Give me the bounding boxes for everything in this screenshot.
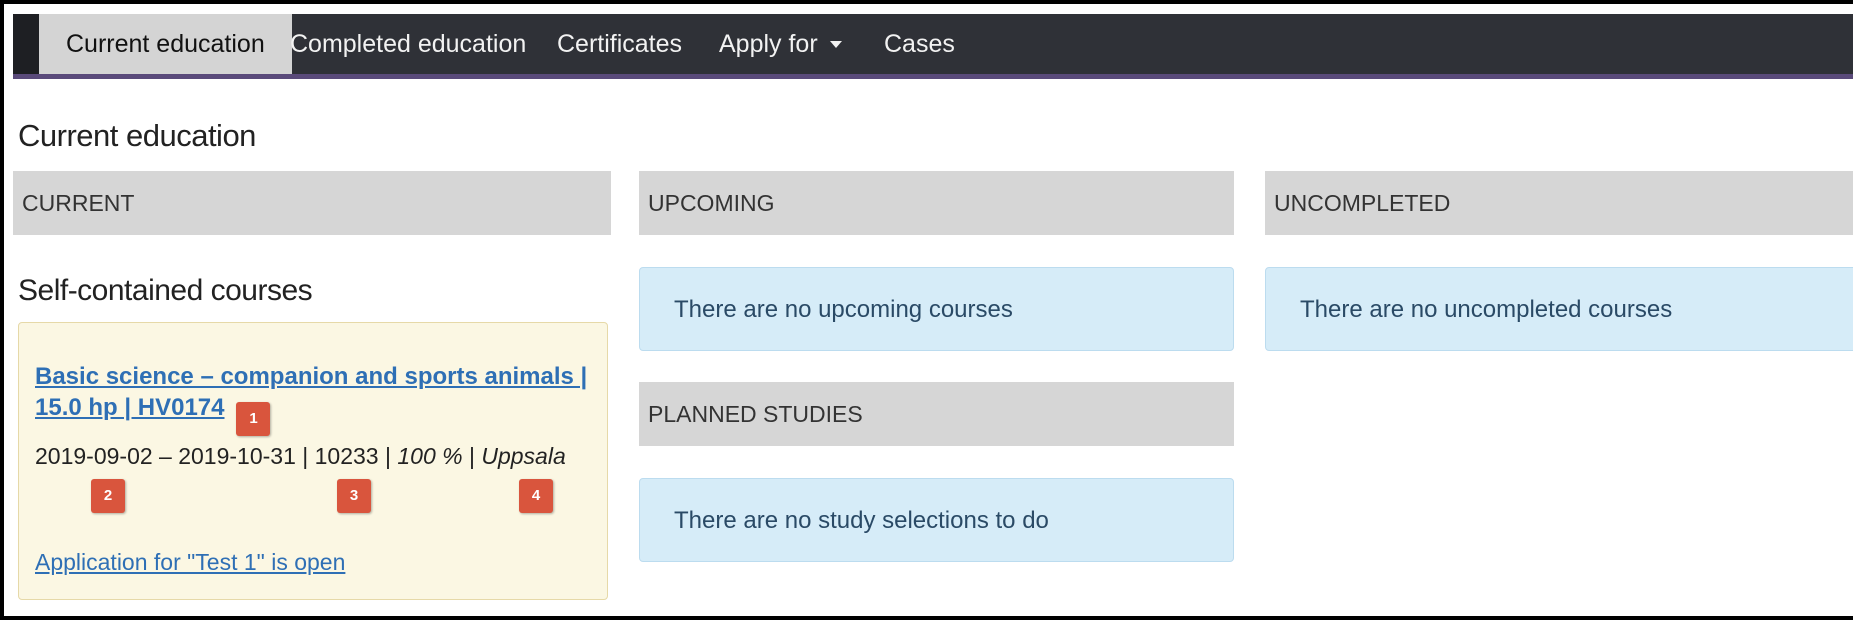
course-dates: 2019-09-02 – 2019-10-31 — [35, 443, 296, 469]
column-header-planned-studies: PLANNED STUDIES — [639, 382, 1234, 446]
page-title: Current education — [18, 118, 256, 153]
navbar-accent — [13, 14, 39, 74]
tab-certificates[interactable]: Certificates — [557, 14, 682, 74]
course-location: Uppsala — [481, 443, 566, 469]
meta-separator: | — [378, 443, 398, 469]
course-card: Basic science – companion and sports ani… — [18, 322, 608, 600]
no-uncompleted-message: There are no uncompleted courses — [1265, 267, 1853, 351]
apply-for-label: Apply for — [719, 30, 818, 58]
tab-completed-education[interactable]: Completed education — [290, 14, 526, 74]
page-frame: Current education Completed education Ce… — [0, 0, 1853, 620]
section-title-self-contained: Self-contained courses — [18, 274, 313, 307]
badge-2: 2 — [91, 479, 125, 513]
tab-cases[interactable]: Cases — [884, 14, 955, 74]
application-link[interactable]: Application for "Test 1" is open — [35, 549, 345, 576]
top-navbar: Current education Completed education Ce… — [13, 14, 1853, 79]
column-header-current: CURRENT — [13, 171, 611, 235]
course-pace: 100 % — [397, 443, 463, 469]
meta-separator: | — [295, 443, 315, 469]
caret-down-icon — [829, 41, 842, 48]
no-study-selections-message: There are no study selections to do — [639, 478, 1234, 562]
column-header-upcoming: UPCOMING — [639, 171, 1234, 235]
badge-1: 1 — [236, 402, 271, 436]
course-link-text[interactable]: Basic science – companion and sports ani… — [35, 363, 587, 421]
tab-current-education[interactable]: Current education — [39, 14, 292, 74]
course-code: 10233 — [314, 443, 379, 469]
course-link[interactable]: Basic science – companion and sports ani… — [35, 361, 595, 436]
tab-apply-for[interactable]: Apply for — [719, 14, 842, 74]
course-meta: 2019-09-02 – 2019-10-31 | 10233 | 100 % … — [35, 443, 566, 470]
badge-3: 3 — [337, 479, 371, 513]
badge-4: 4 — [519, 479, 553, 513]
meta-separator: | — [462, 443, 482, 469]
column-header-uncompleted: UNCOMPLETED — [1265, 171, 1853, 235]
no-upcoming-message: There are no upcoming courses — [639, 267, 1234, 351]
